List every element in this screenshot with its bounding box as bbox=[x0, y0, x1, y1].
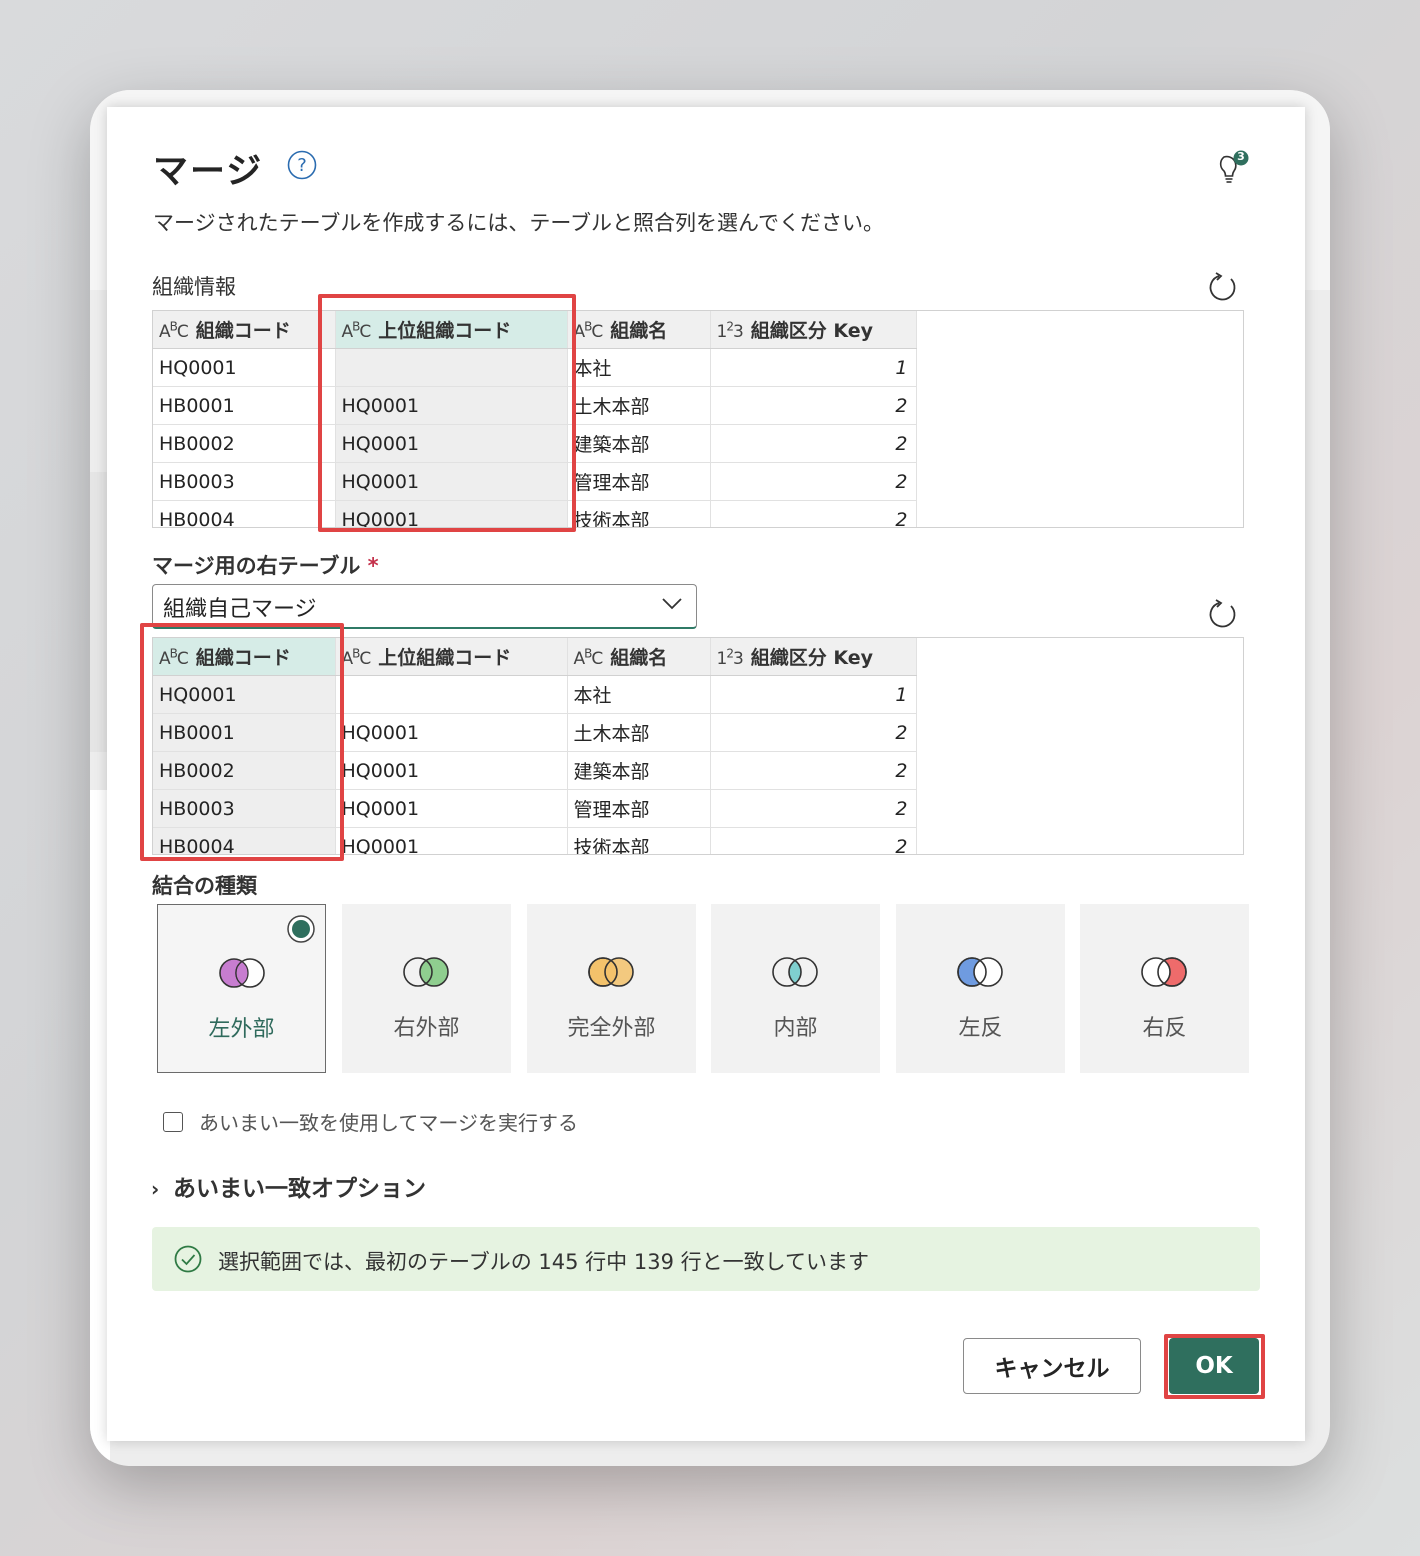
fuzzy-options-expander[interactable]: › あいまい一致オプション bbox=[151, 1169, 426, 1203]
table-cell[interactable]: HB0001 bbox=[153, 386, 336, 425]
column-header[interactable]: ABC 上位組織コード bbox=[335, 638, 568, 676]
right-table-label-text: マージ用の右テーブル bbox=[152, 554, 361, 578]
fuzzy-options-label: あいまい一致オプション bbox=[173, 1176, 426, 1202]
merge-dialog: マージ ? 3 マージされたテーブルを作成するには、テーブルと照合列を選んでくだ… bbox=[107, 107, 1305, 1441]
right-anti-join-icon bbox=[1141, 957, 1187, 987]
join-option-label: 右反 bbox=[1142, 1016, 1187, 1041]
table-cell[interactable]: 建築本部 bbox=[567, 751, 711, 790]
join-option-left-outer[interactable]: 左外部 bbox=[157, 904, 326, 1073]
ok-button[interactable]: OK bbox=[1169, 1338, 1259, 1394]
notification-badge: 3 bbox=[1237, 150, 1245, 163]
highlight-box-right-column bbox=[140, 623, 344, 861]
help-icon[interactable]: ? bbox=[287, 150, 317, 180]
join-kind-label: 結合の種類 bbox=[152, 874, 257, 898]
join-option-label: 右外部 bbox=[393, 1016, 460, 1041]
text-type-icon: ABC bbox=[159, 319, 189, 342]
table-cell[interactable]: 2 bbox=[710, 713, 917, 752]
inner-join-icon bbox=[772, 957, 818, 987]
column-header-label: 組織区分 Key bbox=[750, 320, 874, 342]
join-option-inner[interactable]: 内部 bbox=[711, 904, 880, 1073]
join-option-label: 完全外部 bbox=[567, 1016, 656, 1041]
left-anti-join-icon bbox=[957, 957, 1003, 987]
table-cell[interactable]: 2 bbox=[710, 789, 917, 828]
table-cell[interactable]: 2 bbox=[710, 424, 917, 463]
lightbulb-icon[interactable]: 3 bbox=[1210, 149, 1250, 189]
column-header[interactable]: ABC 組織名 bbox=[567, 311, 711, 349]
column-header[interactable]: ABC 組織コード bbox=[153, 311, 336, 349]
table-cell[interactable]: 土木本部 bbox=[567, 713, 711, 752]
table-cell[interactable]: HB0003 bbox=[153, 462, 336, 501]
table-cell[interactable]: HQ0001 bbox=[335, 827, 568, 854]
text-type-icon: ABC bbox=[341, 646, 372, 669]
table-cell[interactable]: 2 bbox=[710, 827, 917, 854]
join-option-label: 左反 bbox=[958, 1016, 1003, 1041]
table-cell[interactable]: HB0004 bbox=[153, 500, 336, 527]
join-option-label: 内部 bbox=[773, 1016, 818, 1041]
table-cell[interactable]: 本社 bbox=[567, 675, 711, 714]
fuzzy-match-label[interactable]: あいまい一致を使用してマージを実行する bbox=[199, 1107, 578, 1136]
column-header-label: 組織区分 Key bbox=[750, 647, 874, 669]
chevron-down-icon bbox=[662, 598, 682, 610]
join-option-right-outer[interactable]: 右外部 bbox=[342, 904, 511, 1073]
table-cell[interactable]: 2 bbox=[710, 751, 917, 790]
join-option-right-anti[interactable]: 右反 bbox=[1080, 904, 1249, 1073]
refresh-icon[interactable] bbox=[1207, 598, 1239, 630]
refresh-icon[interactable] bbox=[1207, 271, 1239, 303]
table-cell[interactable]: HQ0001 bbox=[153, 348, 336, 387]
right-outer-join-icon bbox=[403, 957, 449, 987]
table-cell[interactable]: 管理本部 bbox=[567, 789, 711, 828]
right-table-label: マージ用の右テーブル * bbox=[152, 550, 379, 580]
match-status-banner: 選択範囲では、最初のテーブルの 145 行中 139 行と一致しています bbox=[152, 1227, 1260, 1291]
column-header[interactable]: 123 組織区分 Key bbox=[710, 638, 917, 676]
column-header[interactable]: 123 組織区分 Key bbox=[710, 311, 917, 349]
table-cell[interactable]: 技術本部 bbox=[567, 827, 711, 854]
table-cell[interactable] bbox=[335, 675, 568, 714]
number-type-icon: 123 bbox=[716, 646, 744, 669]
check-circle-icon bbox=[174, 1245, 202, 1273]
table-cell[interactable]: 2 bbox=[710, 386, 917, 425]
dialog-title: マージ bbox=[153, 152, 264, 192]
column-header[interactable]: ABC 組織名 bbox=[567, 638, 711, 676]
table-cell[interactable]: HB0002 bbox=[153, 424, 336, 463]
number-type-icon: 123 bbox=[716, 319, 744, 342]
table-cell[interactable]: 2 bbox=[710, 500, 917, 527]
table-cell[interactable]: 2 bbox=[710, 462, 917, 501]
svg-text:?: ? bbox=[297, 155, 307, 176]
left-table-name: 組織情報 bbox=[152, 275, 236, 299]
column-header-label: 上位組織コード bbox=[378, 647, 512, 669]
table-cell[interactable]: 1 bbox=[710, 675, 917, 714]
text-type-icon: ABC bbox=[573, 319, 604, 342]
table-cell[interactable]: HQ0001 bbox=[335, 713, 568, 752]
cancel-button[interactable]: キャンセル bbox=[963, 1338, 1141, 1394]
dropdown-value: 組織自己マージ bbox=[163, 597, 317, 622]
table-cell[interactable]: 技術本部 bbox=[567, 500, 711, 527]
table-cell[interactable]: 管理本部 bbox=[567, 462, 711, 501]
table-cell[interactable]: HQ0001 bbox=[335, 751, 568, 790]
join-option-left-anti[interactable]: 左反 bbox=[896, 904, 1065, 1073]
table-cell[interactable]: HQ0001 bbox=[335, 789, 568, 828]
fuzzy-match-checkbox[interactable] bbox=[163, 1112, 183, 1132]
required-marker: * bbox=[367, 554, 379, 578]
column-header-label: 組織名 bbox=[610, 320, 668, 342]
table-cell[interactable]: 建築本部 bbox=[567, 424, 711, 463]
dialog-subtitle: マージされたテーブルを作成するには、テーブルと照合列を選んでください。 bbox=[153, 211, 885, 235]
radio-selected-icon bbox=[287, 915, 315, 943]
chevron-right-icon: › bbox=[151, 1177, 160, 1201]
highlight-box-left-column bbox=[318, 294, 576, 532]
match-status-text: 選択範囲では、最初のテーブルの 145 行中 139 行と一致しています bbox=[218, 1250, 869, 1274]
full-outer-join-icon bbox=[588, 957, 634, 987]
left-table-preview: ABC 組織コード ABC 上位組織コード ABC 組織名 123 組織区分 Key H… bbox=[152, 310, 1244, 528]
join-option-label: 左外部 bbox=[208, 1017, 275, 1042]
column-header-label: 組織名 bbox=[610, 647, 668, 669]
table-cell[interactable]: 本社 bbox=[567, 348, 711, 387]
table-cell[interactable]: 土木本部 bbox=[567, 386, 711, 425]
left-outer-join-icon bbox=[219, 958, 265, 988]
table-cell[interactable]: 1 bbox=[710, 348, 917, 387]
column-header-label: 組織コード bbox=[195, 320, 291, 342]
text-type-icon: ABC bbox=[573, 646, 604, 669]
join-option-full-outer[interactable]: 完全外部 bbox=[527, 904, 696, 1073]
